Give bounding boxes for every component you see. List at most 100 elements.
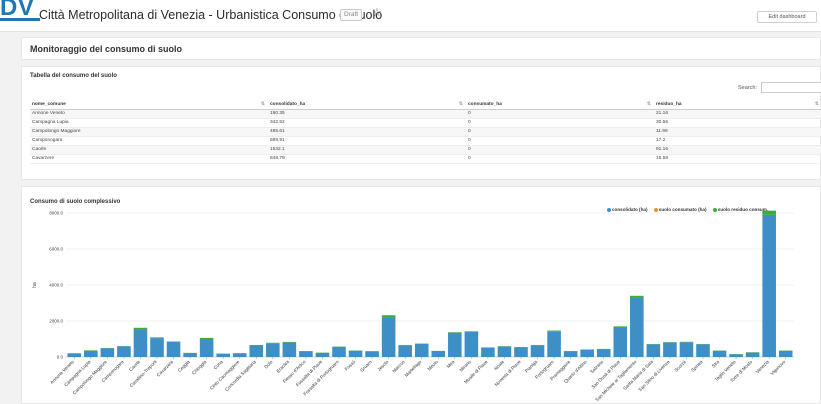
sort-icon: ⇅ <box>260 101 265 107</box>
chart-panel: Consumo di suolo complessivo consolidato… <box>21 186 821 404</box>
x-tick-label: Dolo <box>263 359 274 370</box>
cell-consolidato: 485.61 <box>268 127 466 137</box>
cell-comune: Campagna Lupia <box>30 118 268 128</box>
bar-consolidato <box>381 317 396 357</box>
bar-residuo <box>199 337 214 339</box>
column-header-consolidato[interactable]: consolidato_ha ⇅ <box>268 100 466 110</box>
bar-consolidato <box>315 352 330 357</box>
x-tick-label: Marcon <box>392 359 407 374</box>
status-badge: Draft <box>340 9 363 21</box>
bar-residuo <box>84 350 98 351</box>
sort-icon: ⇅ <box>646 101 651 107</box>
bar-consolidato <box>299 351 313 357</box>
table-row: Camponogara 589.91 0 17.2 <box>30 136 821 146</box>
bar-consolidato <box>282 342 297 357</box>
cell-consumato: 0 <box>466 136 654 146</box>
table-row: Campagna Lupia 342.52 0 30.56 <box>30 118 821 128</box>
cell-residuo: 30.56 <box>654 118 821 128</box>
x-tick-label: Gruaro <box>359 359 373 373</box>
x-tick-label: Meolo <box>427 359 440 372</box>
x-tick-label: Noale <box>493 359 505 371</box>
sort-icon: ⇅ <box>458 101 463 107</box>
cell-consolidato: 589.91 <box>268 136 466 146</box>
table-row: Annone Veneto 190.35 0 21.16 <box>30 109 821 119</box>
x-tick-label: Mirano <box>459 359 473 373</box>
table-row: Campolongo Maggiore 485.61 0 11.99 <box>30 127 821 137</box>
column-header-residuo[interactable]: residuo_ha ⇅ <box>654 100 821 110</box>
bar-consolidato <box>150 338 164 357</box>
bar-consolidato <box>199 339 214 357</box>
x-tick-label: Santa Maria di Sala <box>622 359 654 391</box>
bar-consolidato <box>332 346 346 357</box>
bar-residuo <box>630 295 644 298</box>
x-tick-label: Cona <box>213 359 225 371</box>
cell-comune: Campolongo Maggiore <box>30 127 268 137</box>
x-tick-label: Ceggia <box>177 359 191 373</box>
x-tick-label: Venezia <box>755 359 770 374</box>
bar-consolidato <box>100 348 115 357</box>
bar-consolidato <box>630 297 644 357</box>
search-input[interactable] <box>761 82 821 93</box>
x-tick-label: Pianiga <box>524 359 539 374</box>
stacked-bar-chart: 0.02000.04000.06000.08000.0haAnnone Vene… <box>32 210 794 402</box>
x-tick-label: Martellago <box>404 359 423 378</box>
cell-comune: Cavarzere <box>30 154 268 164</box>
x-tick-label: Chioggia <box>191 359 208 376</box>
x-tick-label: Spinea <box>690 359 704 373</box>
favorite-star-icon[interactable]: ☆ <box>372 6 382 19</box>
y-tick-label: 6000.0 <box>49 247 63 252</box>
bar-consolidato <box>778 350 793 357</box>
x-tick-label: Stra <box>711 359 721 369</box>
cell-residuo: 11.99 <box>654 127 821 137</box>
y-tick-label: 4000.0 <box>49 283 63 288</box>
bar-residuo <box>547 330 561 332</box>
table-row: Caorle 1532.1 0 91.16 <box>30 145 821 155</box>
column-header-nome-comune[interactable]: nome_comune ⇅ <box>30 100 268 110</box>
bar-consolidato <box>84 350 98 357</box>
bar-consolidato <box>762 214 776 357</box>
bar-consolidato <box>481 347 495 357</box>
table-title: Tabella del consumo del suolo <box>30 73 117 79</box>
y-tick-label: 2000.0 <box>49 319 63 324</box>
soil-consumption-table: nome_comune ⇅ consolidato_ha ⇅ consumato_h… <box>30 100 821 164</box>
bar-consolidato <box>514 347 528 357</box>
cell-consumato: 0 <box>466 118 654 128</box>
bar-residuo <box>133 327 148 330</box>
cell-residuo: 91.16 <box>654 145 821 155</box>
bar-consolidato <box>117 346 131 357</box>
bar-consolidato <box>663 342 677 357</box>
x-tick-label: Vigonovo <box>769 359 786 376</box>
section-title: Monitoraggio del consumo di suolo <box>30 44 182 54</box>
bar-residuo <box>762 210 776 215</box>
bar-consolidato <box>448 332 462 357</box>
cell-consumato: 0 <box>466 109 654 119</box>
edit-dashboard-button[interactable]: Edit dashboard <box>757 11 817 23</box>
bar-consolidato <box>497 346 512 357</box>
bar-consolidato <box>745 352 760 357</box>
bar-consolidato <box>547 331 561 357</box>
bar-consolidato <box>646 344 661 357</box>
cell-residuo: 17.2 <box>654 136 821 146</box>
bar-consolidato <box>365 351 379 357</box>
bar-consolidato <box>232 353 247 357</box>
bar-residuo <box>150 337 164 339</box>
cell-consolidato: 848.79 <box>268 154 466 164</box>
bar-consolidato <box>398 345 412 357</box>
search-label: Search: <box>738 85 757 91</box>
dashboard-title: Città Metropolitana di Venezia - Urbanis… <box>39 8 383 22</box>
table-panel: Tabella del consumo del suolo Search: no… <box>21 66 821 180</box>
bar-consolidato <box>729 354 743 357</box>
bar-consolidato <box>431 351 446 357</box>
column-header-consumato[interactable]: consumato_ha ⇅ <box>466 100 654 110</box>
x-tick-label: Cinto Caomaggiore <box>209 359 241 391</box>
bar-consolidato <box>712 350 727 357</box>
bar-consolidato <box>596 349 611 357</box>
bar-consolidato <box>183 353 197 357</box>
cell-consolidato: 342.52 <box>268 118 466 128</box>
bar-residuo <box>448 332 462 333</box>
x-tick-label: Caorle <box>128 359 141 372</box>
cell-comune: Caorle <box>30 145 268 155</box>
bar-consolidato <box>464 331 479 357</box>
x-tick-label: Eraclea <box>276 359 291 374</box>
cell-comune: Annone Veneto <box>30 109 268 119</box>
